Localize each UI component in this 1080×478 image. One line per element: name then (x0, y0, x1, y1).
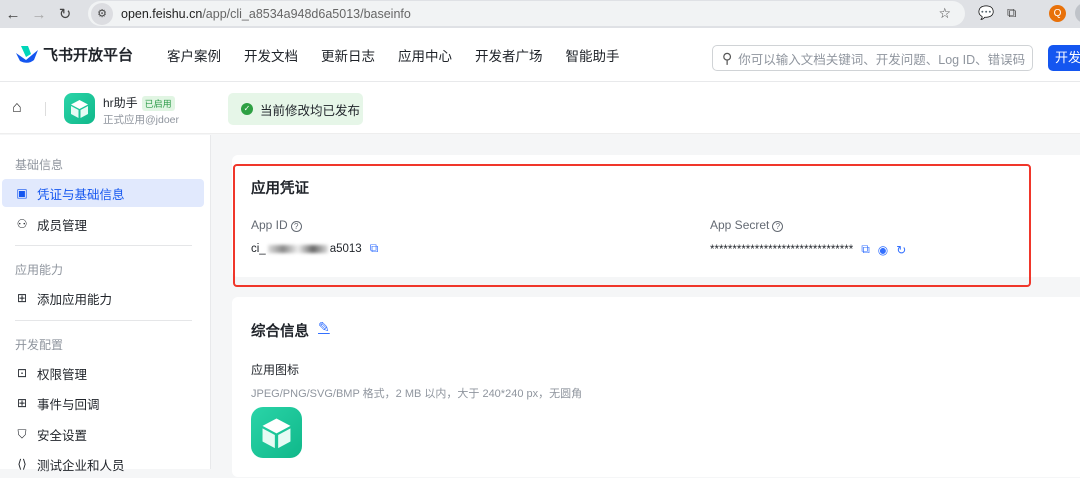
top-nav: 飞书开放平台 客户案例 开发文档 更新日志 应用中心 开发者广场 智能助手 ⚲ … (0, 28, 1080, 82)
home-icon[interactable]: ⌂ (12, 99, 22, 117)
sidebar-item-members[interactable]: ⚇ 成员管理 (2, 210, 204, 238)
app-id-suffix: a5013 (329, 242, 362, 255)
profile-avatar[interactable]: Q (1049, 5, 1066, 22)
app-icon (64, 93, 95, 124)
nav-assistant[interactable]: 智能助手 (566, 45, 620, 65)
app-id-label: App ID (251, 218, 288, 232)
app-secret-label: App Secret (710, 218, 770, 232)
event-icon: ⊞ (16, 396, 28, 410)
shield-icon: ⛉ (17, 426, 27, 441)
id-card-icon: ▣ (16, 186, 28, 200)
developer-console-button[interactable]: 开发者 (1048, 45, 1080, 71)
forward-icon[interactable]: → (26, 6, 52, 23)
nav-docs[interactable]: 开发文档 (244, 45, 298, 65)
user-add-icon: ⚇ (16, 217, 28, 231)
general-info-title: 综合信息 (251, 324, 309, 340)
url-host: open.feishu.cn (121, 6, 203, 21)
nav-developer-plaza[interactable]: 开发者广场 (475, 45, 543, 65)
back-icon[interactable]: ← (0, 6, 26, 23)
help-icon[interactable]: ? (772, 221, 784, 232)
sidebar-item-label: 事件与回调 (37, 397, 100, 412)
sidebar-item-label: 凭证与基础信息 (37, 187, 125, 202)
sidebar-item-permissions[interactable]: ⊡ 权限管理 (2, 359, 204, 387)
divider (15, 245, 192, 246)
sidebar-item-test-tenant[interactable]: ⟨⟩ 测试企业和人员 (2, 450, 204, 478)
section-title: 开发配置 (15, 338, 64, 352)
feishu-logo-icon (16, 45, 38, 63)
divider (45, 102, 46, 116)
highlight-box (233, 164, 1031, 287)
sidebar-item-label: 成员管理 (37, 218, 88, 233)
sidebar-item-label: 权限管理 (37, 367, 88, 382)
icon-hint: JPEG/PNG/SVG/BMP 格式，2 MB 以内，大于 240*240 p… (251, 388, 583, 400)
site-settings-icon[interactable]: ⚙ (91, 2, 113, 25)
sidebar-item-add-capability[interactable]: ⊞ 添加应用能力 (2, 284, 204, 312)
nav-app-center[interactable]: 应用中心 (398, 45, 452, 65)
masked-region (267, 244, 328, 253)
section-title: 基础信息 (15, 158, 64, 172)
reload-icon[interactable]: ↻ (52, 5, 78, 23)
profile-avatar-2[interactable] (1075, 3, 1080, 23)
credentials-title: 应用凭证 (251, 181, 309, 197)
edit-icon[interactable]: ✎ (318, 319, 330, 336)
sidebar-item-events[interactable]: ⊞ 事件与回调 (2, 389, 204, 417)
app-icon-label: 应用图标 (251, 363, 300, 377)
cube-icon (262, 418, 291, 449)
brand-logo[interactable]: 飞书开放平台 (16, 44, 133, 65)
cube-icon (71, 100, 88, 118)
eye-icon[interactable]: ◉ (878, 243, 888, 257)
app-id-value: ci_ a5013 ⧉ (251, 241, 378, 256)
sidebar: 基础信息 ▣ 凭证与基础信息 ⚇ 成员管理 应用能力 ⊞ 添加应用能力 开发配置 ⊡ 权… (0, 135, 211, 473)
copy-icon[interactable]: ⧉ (861, 242, 870, 257)
sidebar-item-label: 添加应用能力 (37, 292, 113, 307)
publish-status: ✓ 当前修改均已发布 (228, 93, 363, 125)
url-path: /app/cli_a8534a948d6a5013/baseinfo (202, 6, 411, 21)
extensions-icon[interactable]: ⧉ (1007, 5, 1016, 21)
sidebar-item-credentials[interactable]: ▣ 凭证与基础信息 (2, 179, 204, 207)
app-name: hr助手 (103, 96, 138, 110)
check-circle-icon: ✓ (241, 103, 253, 115)
app-bar: ⌂ hr助手 已启用 正式应用@jdoer ✓ 当前修改均已发布 (0, 82, 1080, 134)
copy-icon[interactable]: ⧉ (370, 241, 379, 256)
browser-toolbar: ← → ↻ ⚙ open.feishu.cn/app/cli_a8534a948… (0, 0, 1080, 28)
app-subtitle: 正式应用@jdoer (103, 114, 180, 126)
search-input[interactable]: ⚲ 你可以输入文档关键词、开发问题、Log ID、错误码 (712, 45, 1033, 71)
status-badge: 已启用 (141, 96, 175, 111)
address-bar[interactable]: ⚙ open.feishu.cn/app/cli_a8534a948d6a501… (88, 1, 965, 26)
help-icon[interactable]: ? (290, 221, 302, 232)
brand-name: 飞书开放平台 (43, 47, 134, 64)
publish-status-text: 当前修改均已发布 (260, 103, 361, 118)
bookmark-star-icon[interactable]: ☆ (938, 5, 951, 22)
app-icon-preview[interactable] (251, 407, 302, 458)
nav-customer-cases[interactable]: 客户案例 (167, 45, 221, 65)
sidebar-item-label: 安全设置 (37, 428, 88, 443)
sidebar-item-label: 测试企业和人员 (37, 458, 125, 473)
nav-changelog[interactable]: 更新日志 (321, 45, 375, 65)
grid-add-icon: ⊞ (16, 291, 28, 305)
chat-icon[interactable]: 💬 (978, 5, 994, 21)
section-title: 应用能力 (15, 263, 64, 277)
app-id-prefix: ci_ (251, 242, 266, 255)
divider (15, 320, 192, 321)
lock-box-icon: ⊡ (16, 366, 28, 380)
search-icon: ⚲ (722, 49, 733, 66)
app-secret-value: ******************************** ⧉ ◉ ↻ (710, 242, 906, 257)
search-placeholder: 你可以输入文档关键词、开发问题、Log ID、错误码 (738, 52, 1026, 67)
refresh-icon[interactable]: ↻ (896, 243, 906, 257)
sidebar-item-security[interactable]: ⛉ 安全设置 (2, 420, 204, 448)
app-secret-text: ******************************** (710, 243, 854, 256)
